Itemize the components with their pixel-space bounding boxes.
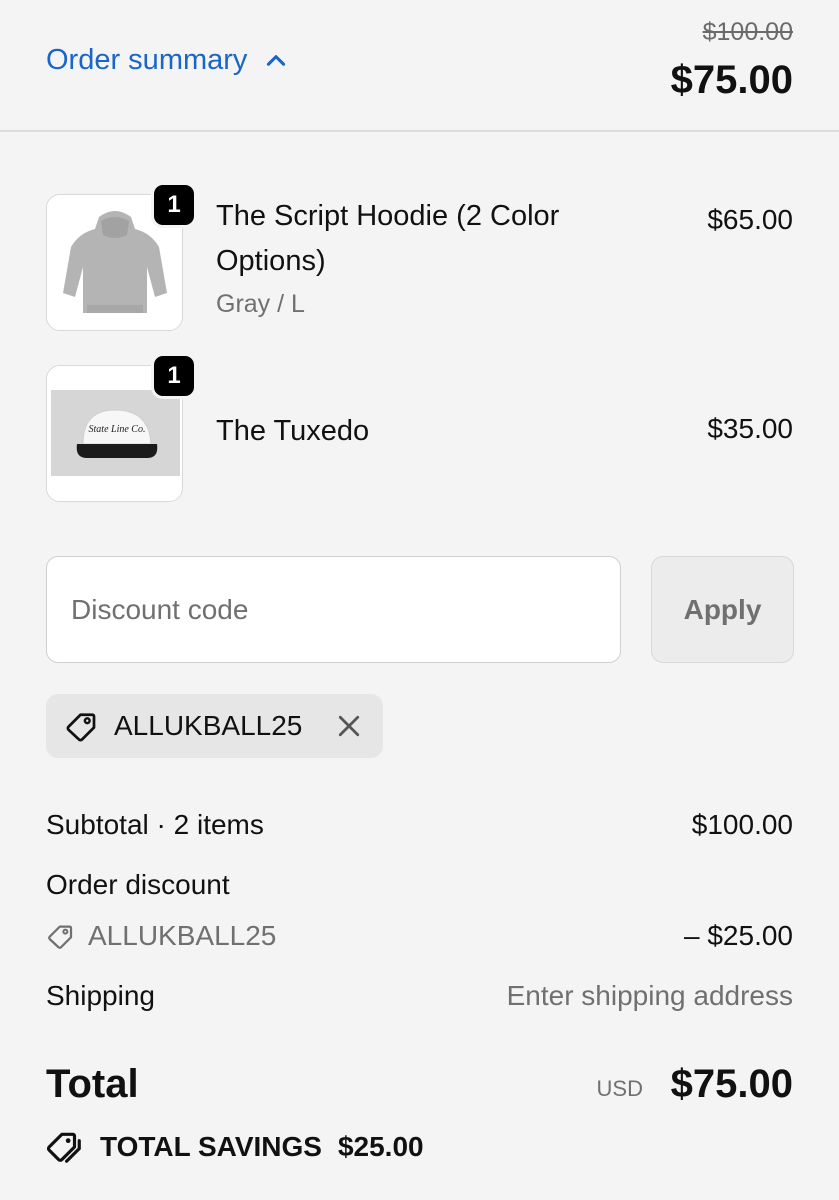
shipping-label: Shipping <box>46 980 155 1011</box>
original-price: $100.00 <box>702 18 793 46</box>
shipping-row: Shipping Enter shipping address <box>46 980 793 1012</box>
discount-code-input[interactable] <box>46 556 621 663</box>
remove-discount-icon[interactable] <box>334 711 364 741</box>
cap-logo-text: State Line Co. <box>89 424 146 435</box>
apply-button[interactable]: Apply <box>651 556 794 663</box>
quantity-badge: 1 <box>151 353 197 399</box>
item-price: $35.00 <box>707 413 793 444</box>
tag-icon <box>66 713 96 742</box>
applied-code-label: ALLUKBALL25 <box>114 710 303 741</box>
total-value: $75.00 <box>670 1062 793 1106</box>
savings-value: $25.00 <box>337 1131 424 1162</box>
item-name: The Tuxedo <box>216 415 370 447</box>
discount-code-row: ALLUKBALL25 – $25.00 <box>46 920 793 958</box>
tags-icon <box>46 1132 81 1163</box>
line-item: State Line Co. 1 The Tuxedo $35.00 <box>46 353 793 505</box>
order-discount-row: Order discount <box>46 869 793 901</box>
currency-code: USD <box>596 1076 643 1101</box>
header-total: $75.00 <box>670 58 793 102</box>
applied-discount-chip: ALLUKBALL25 <box>46 694 383 758</box>
item-price: $65.00 <box>707 204 793 235</box>
subtotal-value: $100.00 <box>691 809 793 840</box>
item-variant: Gray / L <box>216 290 305 318</box>
discount-value: – $25.00 <box>684 920 793 951</box>
line-item: 1 The Script Hoodie (2 Color Options) Gr… <box>46 182 793 334</box>
order-summary-header: Order summary $100.00 $75.00 <box>0 0 839 132</box>
item-name: The Script Hoodie (2 Color Options) <box>216 200 560 277</box>
subtotal-row: Subtotal · 2 items $100.00 <box>46 809 793 841</box>
discount-code-text: ALLUKBALL25 <box>88 920 277 951</box>
total-savings: TOTAL SAVINGS $25.00 <box>46 1128 424 1166</box>
tag-icon <box>48 925 73 949</box>
order-discount-label: Order discount <box>46 869 230 900</box>
chevron-up-icon[interactable] <box>263 48 289 74</box>
order-summary-toggle[interactable]: Order summary <box>46 44 289 77</box>
subtotal-label: Subtotal · 2 items <box>46 809 264 840</box>
quantity-badge: 1 <box>151 182 197 228</box>
order-summary-label[interactable]: Order summary <box>46 44 247 77</box>
shipping-value: Enter shipping address <box>506 980 793 1011</box>
total-label: Total <box>46 1062 139 1106</box>
savings-label: TOTAL SAVINGS <box>100 1131 322 1162</box>
